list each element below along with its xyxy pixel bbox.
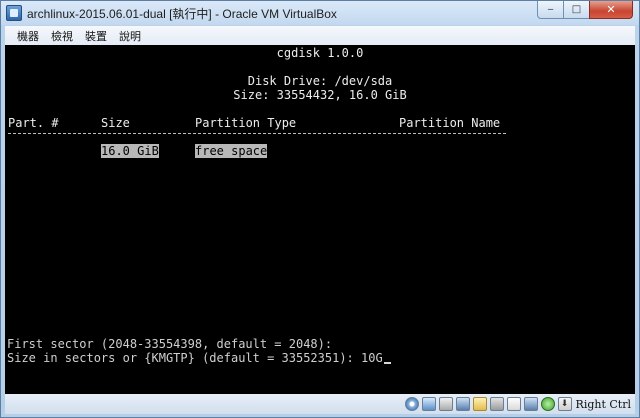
keyboard-capture-icon[interactable]: ⬇ xyxy=(557,397,572,411)
row-size-cell[interactable]: 16.0 GiB xyxy=(101,144,159,158)
optical-drive-icon[interactable] xyxy=(404,397,419,411)
menu-devices[interactable]: 裝置 xyxy=(79,28,113,44)
menu-bar: 機器 檢視 裝置 說明 xyxy=(5,26,635,45)
header-partition-type: Partition Type xyxy=(195,116,297,130)
title-bar[interactable]: archlinux-2015.06.01-dual [執行中] - Oracle… xyxy=(1,1,639,25)
disk-drive-label: Disk Drive: /dev/sda xyxy=(247,74,393,88)
caption-buttons: ‒ □ ✕ xyxy=(537,1,633,20)
program-title: cgdisk 1.0.0 xyxy=(276,46,364,60)
hard-disk-icon[interactable] xyxy=(489,397,504,411)
usb-icon[interactable] xyxy=(438,397,453,411)
virtualbox-app-icon[interactable] xyxy=(6,5,22,21)
display-icon[interactable] xyxy=(455,397,470,411)
header-size: Size xyxy=(101,116,130,130)
maximize-button[interactable]: □ xyxy=(563,1,589,19)
window-title: archlinux-2015.06.01-dual [執行中] - Oracle… xyxy=(27,7,337,21)
menu-help[interactable]: 說明 xyxy=(113,28,147,44)
shared-folder-icon[interactable] xyxy=(472,397,487,411)
minimize-button[interactable]: ‒ xyxy=(537,1,563,19)
network-icon[interactable] xyxy=(421,397,436,411)
row-type-cell[interactable]: free space xyxy=(195,144,268,158)
menu-view[interactable]: 檢視 xyxy=(45,28,79,44)
text-cursor xyxy=(383,362,391,364)
status-bar: ⬇ Right Ctrl xyxy=(5,394,635,414)
size-prompt-line[interactable]: Size in sectors or {KMGTP} (default = 33… xyxy=(7,351,391,365)
host-key-label[interactable]: Right Ctrl xyxy=(576,398,631,411)
screen-icon[interactable] xyxy=(523,397,538,411)
disk-size-label: Size: 33554432, 16.0 GiB xyxy=(233,88,407,102)
first-sector-prompt: First sector (2048-33554398, default = 2… xyxy=(7,337,333,351)
header-part-number: Part. # xyxy=(8,116,59,130)
size-prompt-label: Size in sectors or {KMGTP} (default = 33… xyxy=(7,351,362,365)
menu-machine[interactable]: 機器 xyxy=(11,28,45,44)
size-input-value[interactable]: 10G xyxy=(361,351,383,365)
header-separator xyxy=(8,133,506,134)
vm-screen[interactable]: cgdisk 1.0.0 Disk Drive: /dev/sda Size: … xyxy=(5,45,635,394)
mouse-integration-icon[interactable] xyxy=(540,397,555,411)
virtualbox-window: archlinux-2015.06.01-dual [執行中] - Oracle… xyxy=(0,0,640,418)
header-partition-name: Partition Name xyxy=(399,116,501,130)
video-capture-icon[interactable] xyxy=(506,397,521,411)
close-button[interactable]: ✕ xyxy=(589,1,633,19)
